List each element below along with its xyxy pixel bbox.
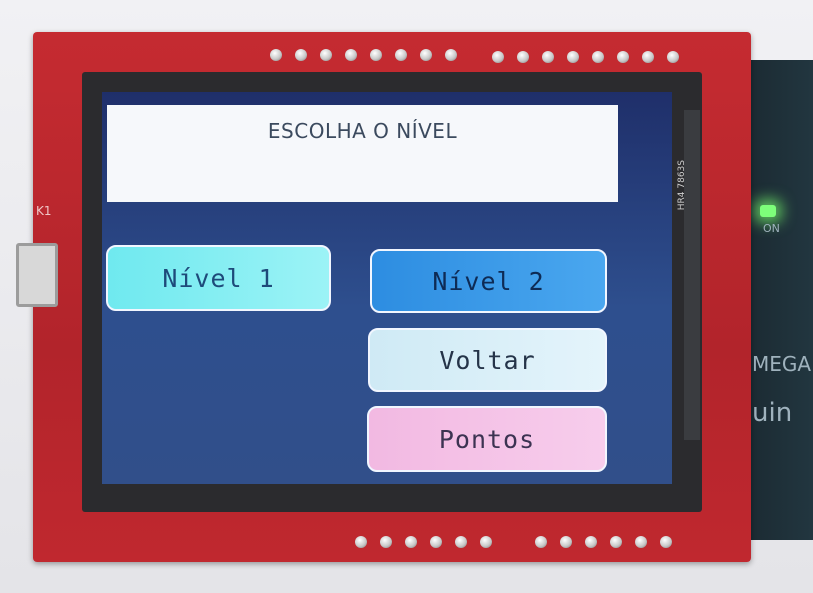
touch-screen: ESCOLHA O NÍVEL Nível 1 Nível 2 Voltar P…	[102, 92, 672, 484]
screen-title: ESCOLHA O NÍVEL	[267, 119, 458, 143]
points-button[interactable]: Pontos	[367, 406, 607, 472]
power-led-label: ON	[763, 222, 780, 235]
power-led	[760, 205, 776, 217]
level-1-button[interactable]: Nível 1	[106, 245, 331, 311]
reset-button[interactable]	[16, 243, 58, 307]
title-bar: ESCOLHA O NÍVEL	[107, 105, 618, 202]
back-button[interactable]: Voltar	[368, 328, 607, 392]
arduino-logo-text: MEGA	[752, 352, 812, 376]
arduino-brand-text: uin	[752, 398, 793, 428]
reset-button-label: K1	[36, 204, 52, 218]
photo-scene: ON MEGA uin K1 HR4 7863S ESCOLHA O NÍVEL…	[0, 0, 813, 593]
arduino-board	[745, 60, 813, 540]
flex-cable-label: HR4 7863S	[677, 160, 687, 211]
level-2-button[interactable]: Nível 2	[370, 249, 607, 313]
